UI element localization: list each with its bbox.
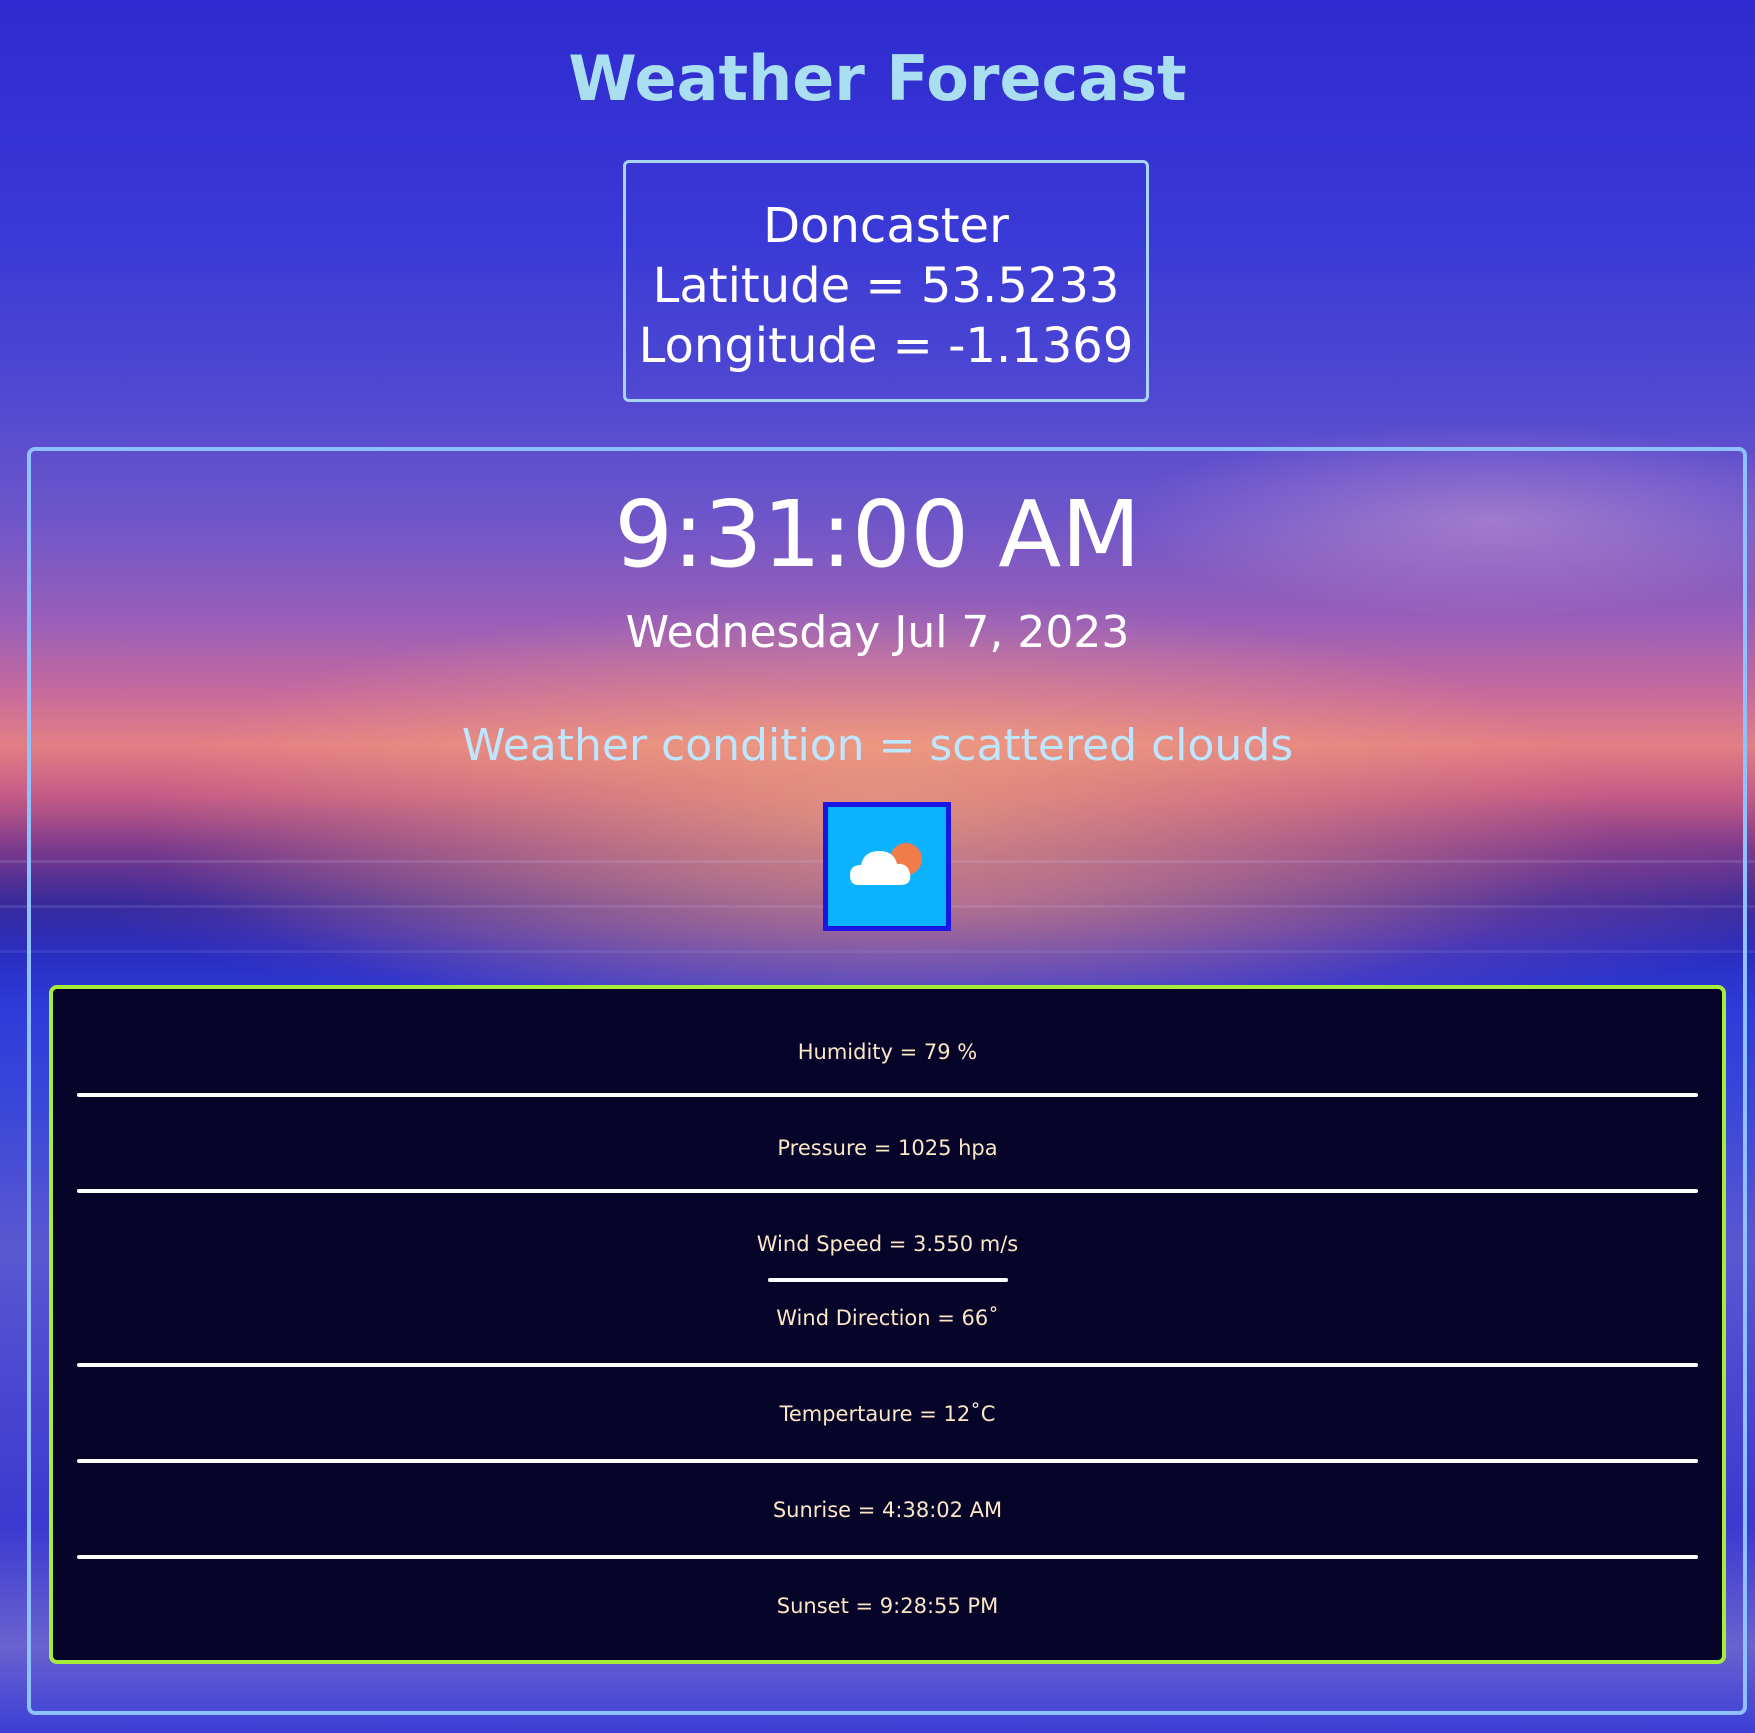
divider (77, 1555, 1698, 1559)
temperature-value: Tempertaure = 12˚C (779, 1402, 996, 1426)
weather-details-panel: Humidity = 79 % Pressure = 1025 hpa Wind… (49, 985, 1726, 1664)
sunset-value: Sunset = 9:28:55 PM (776, 1594, 999, 1618)
divider (77, 1189, 1698, 1193)
page-title: Weather Forecast (568, 42, 1187, 115)
divider (77, 1093, 1698, 1097)
wind-speed-value: Wind Speed = 3.550 m/s (756, 1232, 1019, 1256)
weather-condition: Weather condition = scattered clouds (461, 720, 1294, 771)
location-card: Doncaster Latitude = 53.5233 Longitude =… (623, 160, 1149, 402)
pressure-value: Pressure = 1025 hpa (777, 1136, 998, 1160)
wind-direction-value: Wind Direction = 66˚ (776, 1306, 999, 1330)
latitude-text: Latitude = 53.5233 (652, 258, 1120, 314)
sunrise-value: Sunrise = 4:38:02 AM (772, 1498, 1003, 1522)
longitude-text: Longitude = -1.1369 (638, 318, 1134, 374)
humidity-value: Humidity = 79 % (797, 1040, 978, 1064)
divider (768, 1278, 1008, 1282)
divider (77, 1363, 1698, 1367)
divider (77, 1459, 1698, 1463)
current-date: Wednesday Jul 7, 2023 (625, 607, 1130, 658)
current-time: 9:31:00 AM (614, 481, 1141, 588)
partly-cloudy-icon (823, 802, 951, 931)
city-name: Doncaster (763, 198, 1009, 254)
